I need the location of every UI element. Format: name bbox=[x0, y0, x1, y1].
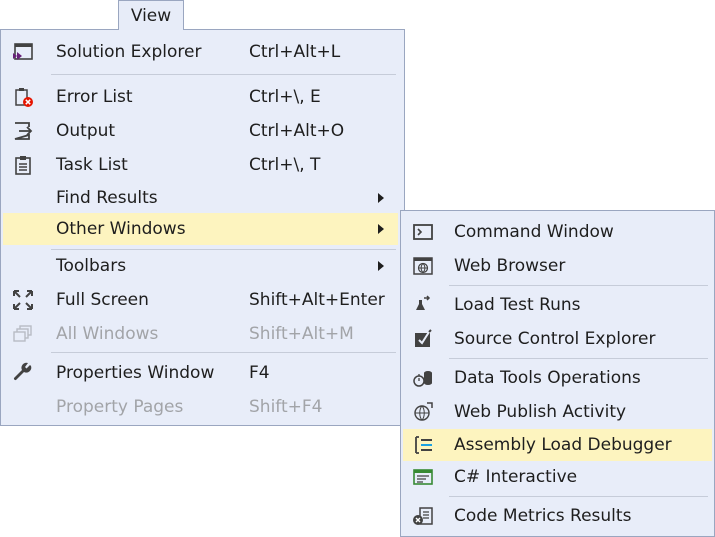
menu-item-shortcut: Ctrl+Alt+L bbox=[249, 42, 341, 62]
menu-item-other-windows[interactable]: Other Windows bbox=[3, 213, 398, 245]
submenu-item-data-tools-operations[interactable]: Data Tools Operations bbox=[401, 361, 714, 395]
menu-item-label: Toolbars bbox=[56, 256, 127, 276]
submenu-item-label: Source Control Explorer bbox=[454, 329, 656, 349]
submenu-item-source-control-explorer[interactable]: Source Control Explorer bbox=[401, 322, 714, 356]
menu-item-solution-explorer[interactable]: Solution Explorer Ctrl+Alt+L bbox=[1, 35, 404, 69]
menu-item-properties-window[interactable]: Properties Window F4 bbox=[1, 356, 404, 390]
solution-explorer-icon bbox=[11, 40, 35, 64]
submenu-separator bbox=[449, 496, 708, 497]
menu-item-find-results[interactable]: Find Results bbox=[1, 182, 404, 214]
submenu-item-load-test-runs[interactable]: Load Test Runs bbox=[401, 288, 714, 322]
menu-item-label: All Windows bbox=[56, 324, 159, 344]
submenu-item-label: Web Publish Activity bbox=[454, 402, 627, 422]
menu-item-task-list[interactable]: Task List Ctrl+\, T bbox=[1, 148, 404, 182]
submenu-arrow-icon bbox=[378, 261, 384, 271]
menu-item-shortcut: Shift+Alt+Enter bbox=[249, 290, 385, 310]
wrench-icon bbox=[11, 361, 35, 385]
menu-item-property-pages: Property Pages Shift+F4 bbox=[1, 390, 404, 424]
submenu-item-label: Assembly Load Debugger bbox=[454, 435, 672, 455]
web-publish-icon bbox=[411, 400, 435, 424]
output-icon bbox=[11, 119, 35, 143]
menu-item-shortcut: Ctrl+\, E bbox=[249, 87, 321, 107]
menu-item-label: Property Pages bbox=[56, 397, 184, 417]
all-windows-icon bbox=[11, 322, 35, 346]
menu-item-full-screen[interactable]: Full Screen Shift+Alt+Enter bbox=[1, 283, 404, 317]
submenu-item-label: Load Test Runs bbox=[454, 295, 581, 315]
menu-item-shortcut: Ctrl+\, T bbox=[249, 155, 321, 175]
view-menu: Solution Explorer Ctrl+Alt+L Error List … bbox=[0, 29, 405, 426]
menu-separator bbox=[51, 352, 396, 353]
submenu-item-web-browser[interactable]: Web Browser bbox=[401, 249, 714, 283]
csharp-interactive-icon bbox=[411, 465, 435, 489]
submenu-separator bbox=[449, 358, 708, 359]
menu-item-output[interactable]: Output Ctrl+Alt+O bbox=[1, 114, 404, 148]
menu-item-shortcut: Shift+F4 bbox=[249, 397, 323, 417]
menu-item-label: Solution Explorer bbox=[56, 42, 202, 62]
submenu-item-label: Code Metrics Results bbox=[454, 506, 632, 526]
other-windows-submenu: Command Window Web Browser Load Test Run… bbox=[400, 210, 715, 537]
error-list-icon bbox=[11, 85, 35, 109]
submenu-item-command-window[interactable]: Command Window bbox=[401, 215, 714, 249]
submenu-item-label: Web Browser bbox=[454, 256, 566, 276]
menu-item-label: Task List bbox=[56, 155, 128, 175]
web-browser-icon bbox=[411, 254, 435, 278]
submenu-item-label: Data Tools Operations bbox=[454, 368, 641, 388]
submenu-arrow-icon bbox=[378, 193, 384, 203]
command-window-icon bbox=[411, 220, 435, 244]
menu-item-label: Full Screen bbox=[56, 290, 149, 310]
menu-item-error-list[interactable]: Error List Ctrl+\, E bbox=[1, 80, 404, 114]
submenu-arrow-icon bbox=[378, 224, 384, 234]
menu-item-label: Properties Window bbox=[56, 363, 215, 383]
menu-item-toolbars[interactable]: Toolbars bbox=[1, 250, 404, 282]
view-menu-tab[interactable]: View bbox=[118, 0, 184, 30]
submenu-item-assembly-load-debugger[interactable]: Assembly Load Debugger bbox=[403, 429, 712, 461]
load-test-runs-icon bbox=[411, 293, 435, 317]
submenu-item-label: C# Interactive bbox=[454, 467, 578, 487]
full-screen-icon bbox=[11, 288, 35, 312]
submenu-item-web-publish-activity[interactable]: Web Publish Activity bbox=[401, 395, 714, 429]
menu-item-shortcut: F4 bbox=[249, 363, 270, 383]
menu-item-shortcut: Shift+Alt+M bbox=[249, 324, 354, 344]
source-control-icon bbox=[411, 327, 435, 351]
menu-item-label: Output bbox=[56, 121, 116, 141]
data-tools-icon bbox=[411, 366, 435, 390]
menu-item-label: Error List bbox=[56, 87, 133, 107]
task-list-icon bbox=[11, 153, 35, 177]
submenu-item-label: Command Window bbox=[454, 222, 614, 242]
menu-item-all-windows: All Windows Shift+Alt+M bbox=[1, 317, 404, 351]
menu-separator bbox=[51, 74, 396, 75]
assembly-load-debugger-icon bbox=[411, 433, 435, 457]
code-metrics-icon bbox=[411, 504, 435, 528]
menu-item-shortcut: Ctrl+Alt+O bbox=[249, 121, 345, 141]
submenu-item-csharp-interactive[interactable]: C# Interactive bbox=[401, 461, 714, 493]
menu-item-label: Find Results bbox=[56, 188, 158, 208]
submenu-separator bbox=[449, 285, 708, 286]
submenu-item-code-metrics-results[interactable]: Code Metrics Results bbox=[401, 499, 714, 533]
menu-item-label: Other Windows bbox=[56, 219, 186, 239]
view-menu-label: View bbox=[130, 6, 172, 26]
